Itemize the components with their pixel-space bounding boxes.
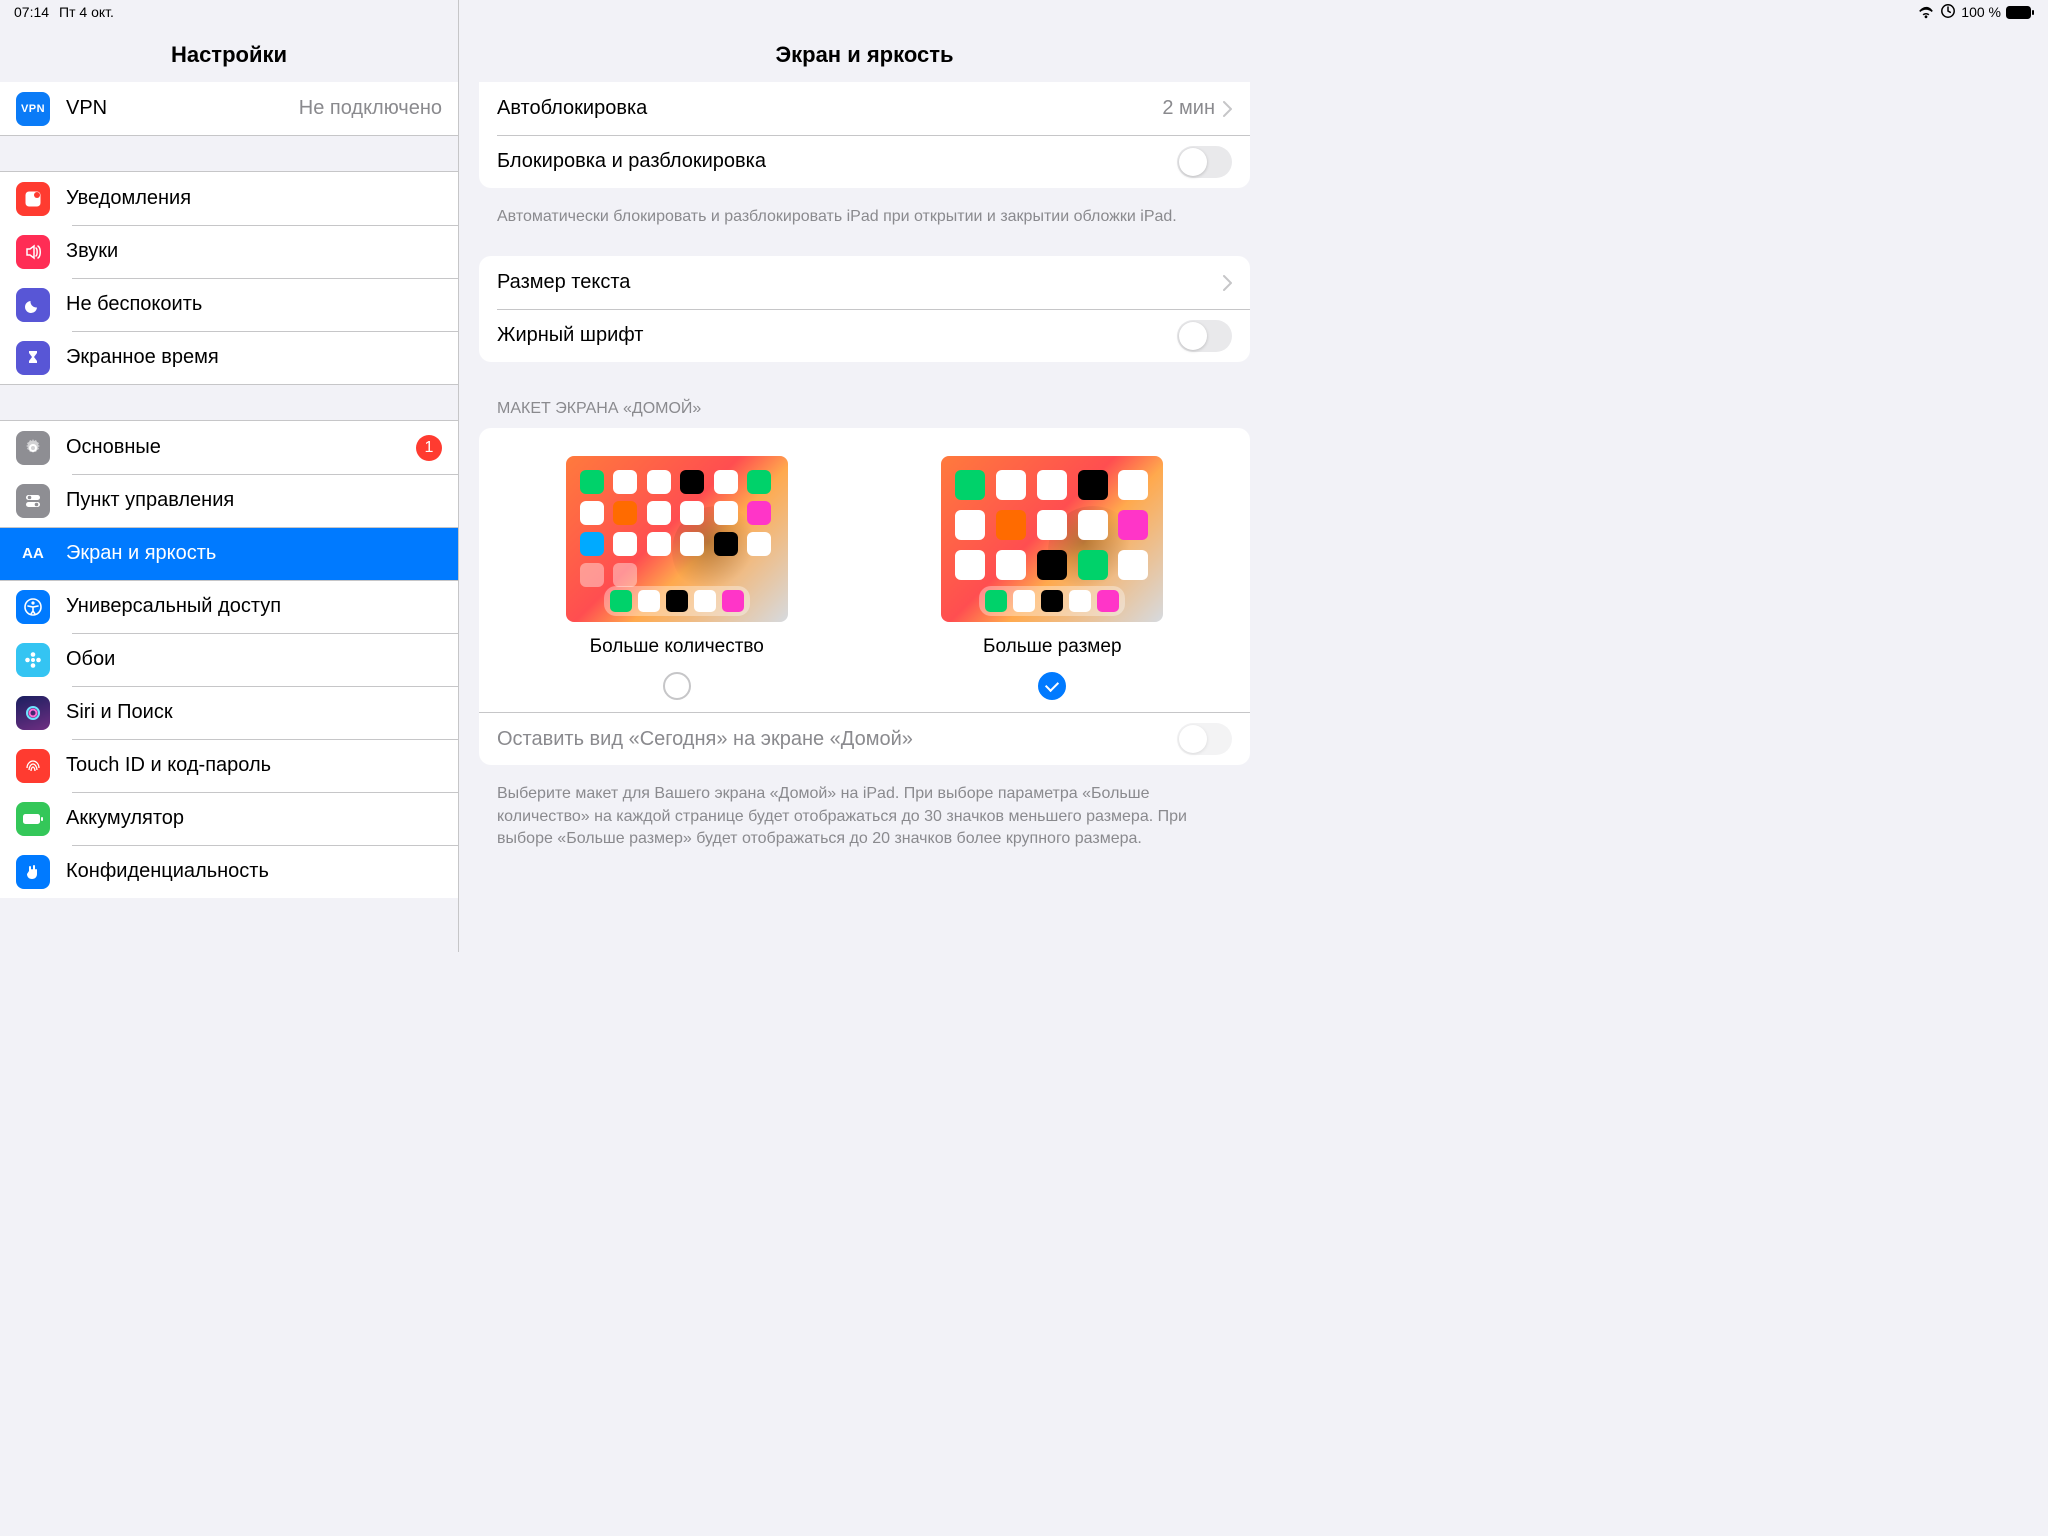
- sidebar-item-label: Уведомления: [66, 187, 442, 210]
- sidebar-item-label: Экран и яркость: [66, 542, 442, 565]
- sidebar-item-siri[interactable]: Siri и Поиск: [0, 686, 458, 739]
- row-today-view: Оставить вид «Сегодня» на экране «Домой»: [479, 712, 1250, 765]
- sounds-icon: [16, 235, 50, 269]
- battery-icon: [16, 802, 50, 836]
- row-lock-unlock[interactable]: Блокировка и разблокировка: [479, 135, 1250, 188]
- sidebar-item-general[interactable]: Основные 1: [0, 421, 458, 474]
- hand-icon: [16, 855, 50, 889]
- accessibility-icon: [16, 590, 50, 624]
- sidebar-title: Настройки: [0, 24, 458, 82]
- sidebar-item-label: Siri и Поиск: [66, 701, 442, 724]
- status-time: 07:14: [14, 4, 49, 20]
- row-autolock[interactable]: Автоблокировка 2 мин: [479, 82, 1250, 135]
- sidebar-item-touchid[interactable]: Touch ID и код-пароль: [0, 739, 458, 792]
- status-date: Пт 4 окт.: [59, 4, 114, 20]
- sidebar-item-vpn[interactable]: VPN VPN Не подключено: [0, 82, 458, 135]
- sidebar-item-label: Основные: [66, 436, 416, 459]
- moon-icon: [16, 288, 50, 322]
- detail-pane: Экран и яркость Автоблокировка 2 мин Бло…: [459, 0, 1270, 952]
- layout-preview-bigger: [941, 456, 1163, 622]
- section-header-home: МАКЕТ ЭКРАНА «ДОМОЙ»: [479, 372, 1250, 428]
- sidebar-item-accessibility[interactable]: Универсальный доступ: [0, 580, 458, 633]
- layout-label: Больше размер: [983, 636, 1122, 658]
- card-home-layout: Больше количество: [479, 428, 1250, 765]
- sidebar-item-wallpaper[interactable]: Обои: [0, 633, 458, 686]
- radio-more[interactable]: [663, 672, 691, 700]
- layout-label: Больше количество: [590, 636, 764, 658]
- sidebar-item-sounds[interactable]: Звуки: [0, 225, 458, 278]
- sidebar-item-label: Универсальный доступ: [66, 595, 442, 618]
- siri-icon: [16, 696, 50, 730]
- sidebar-item-label: Touch ID и код-пароль: [66, 754, 442, 777]
- notifications-icon: [16, 182, 50, 216]
- flower-icon: [16, 643, 50, 677]
- chevron-right-icon: [1223, 275, 1232, 291]
- row-label: Жирный шрифт: [497, 324, 1177, 347]
- toggles-icon: [16, 484, 50, 518]
- text-size-icon: AA: [16, 537, 50, 571]
- sidebar-item-value: Не подключено: [299, 97, 442, 120]
- sidebar-item-label: Конфиденциальность: [66, 860, 442, 883]
- sidebar-item-control-center[interactable]: Пункт управления: [0, 474, 458, 527]
- footnote-lock: Автоматически блокировать и разблокирова…: [479, 198, 1250, 256]
- sidebar-item-privacy[interactable]: Конфиденциальность: [0, 845, 458, 898]
- sidebar-item-label: Пункт управления: [66, 489, 442, 512]
- sidebar-item-label: Обои: [66, 648, 442, 671]
- layout-option-bigger[interactable]: Больше размер: [941, 456, 1163, 700]
- sidebar-item-dnd[interactable]: Не беспокоить: [0, 278, 458, 331]
- toggle-today-view: [1177, 723, 1232, 755]
- sidebar-item-label: Не беспокоить: [66, 293, 442, 316]
- layout-option-more[interactable]: Больше количество: [566, 456, 788, 700]
- sidebar-item-screentime[interactable]: Экранное время: [0, 331, 458, 384]
- settings-sidebar: Настройки VPN VPN Не подключено Уведомле…: [0, 0, 459, 952]
- sidebar-item-battery[interactable]: Аккумулятор: [0, 792, 458, 845]
- rotation-lock-icon: [1940, 3, 1956, 22]
- sidebar-item-label: VPN: [66, 97, 299, 120]
- chevron-right-icon: [1223, 101, 1232, 117]
- radio-bigger[interactable]: [1038, 672, 1066, 700]
- fingerprint-icon: [16, 749, 50, 783]
- hourglass-icon: [16, 341, 50, 375]
- layout-preview-more: [566, 456, 788, 622]
- sidebar-item-label: Аккумулятор: [66, 807, 442, 830]
- pane-title: Экран и яркость: [459, 24, 1270, 82]
- row-text-size[interactable]: Размер текста: [479, 256, 1250, 309]
- row-label: Размер текста: [497, 271, 1223, 294]
- row-value: 2 мин: [1162, 97, 1215, 120]
- wifi-icon: [1917, 6, 1935, 19]
- card-lock: Автоблокировка 2 мин Блокировка и разбло…: [479, 82, 1250, 188]
- toggle-lock-unlock[interactable]: [1177, 146, 1232, 178]
- sidebar-item-display[interactable]: AA Экран и яркость: [0, 527, 458, 580]
- sidebar-item-notifications[interactable]: Уведомления: [0, 172, 458, 225]
- footnote-home: Выберите макет для Вашего экрана «Домой»…: [479, 775, 1250, 878]
- row-label: Блокировка и разблокировка: [497, 150, 1177, 173]
- row-label: Оставить вид «Сегодня» на экране «Домой»: [497, 728, 1177, 751]
- battery-percent: 100 %: [1961, 4, 2001, 20]
- row-label: Автоблокировка: [497, 97, 1162, 120]
- toggle-bold-text[interactable]: [1177, 320, 1232, 352]
- gear-icon: [16, 431, 50, 465]
- card-text: Размер текста Жирный шрифт: [479, 256, 1250, 362]
- status-bar: 07:14 Пт 4 окт. 100 %: [0, 0, 2048, 24]
- sidebar-item-label: Звуки: [66, 240, 442, 263]
- vpn-icon: VPN: [16, 92, 50, 126]
- row-bold-text[interactable]: Жирный шрифт: [479, 309, 1250, 362]
- sidebar-item-label: Экранное время: [66, 346, 442, 369]
- battery-icon: [2006, 6, 2034, 19]
- notification-badge: 1: [416, 435, 442, 461]
